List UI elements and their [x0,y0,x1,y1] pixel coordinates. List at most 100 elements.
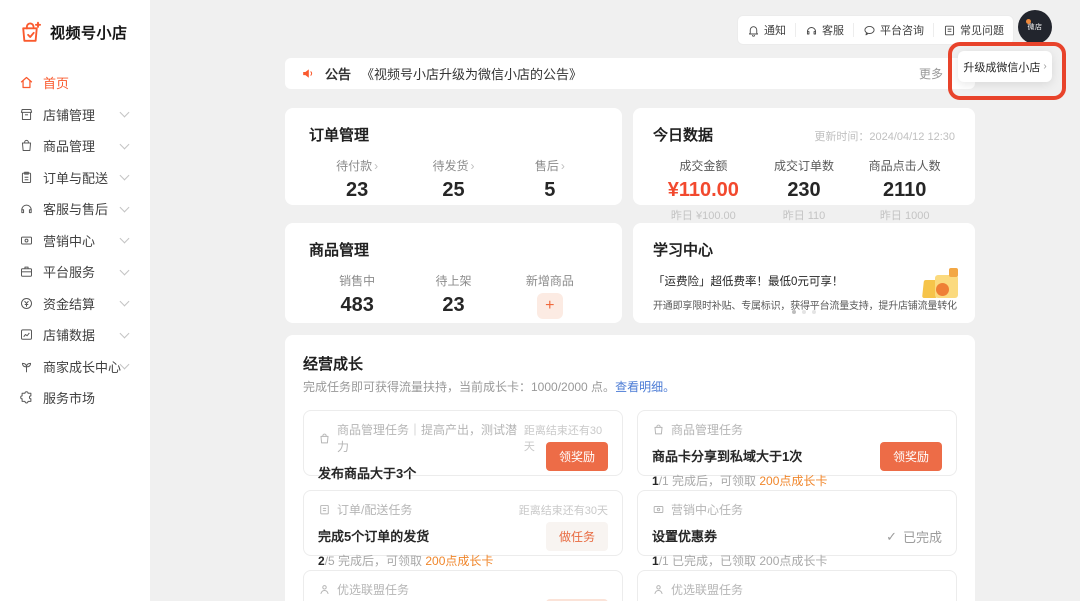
do-task-button[interactable]: 做任务 [546,522,608,551]
check-icon: ✓ [886,529,897,545]
announcement-bar[interactable]: 公告 《视频号小店升级为微信小店的公告》 更多 [285,58,975,89]
chat-bubble-icon [863,24,876,37]
sidebar-item-marketing-center[interactable]: 营销中心 [0,225,150,257]
megaphone-icon [301,66,316,81]
home-icon [19,75,34,90]
carousel-dot[interactable] [792,310,796,314]
stat-yesterday: 昨日 1000 [854,207,955,223]
upgrade-to-wechat-shop-button[interactable]: 升级成微信小店 › [958,51,1052,82]
stat-after-sales[interactable]: 售后› 5 [502,157,598,202]
sidebar-item-label: 服务市场 [43,388,95,407]
sidebar-item-label: 客服与售后 [43,199,108,218]
stat-value: 483 [309,294,405,317]
task-category: 商品管理任务｜提高产出，测试潜力 [337,421,518,455]
stat-to-be-listed[interactable]: 待上架 23 [405,272,501,319]
learning-headline[interactable]: 「运费险」超低费率！最低0元可享！ [653,273,955,289]
chevron-down-icon [120,234,130,244]
bag-icon [19,138,34,153]
view-details-link[interactable]: 查看明细。 [615,380,675,394]
sidebar-item-platform-services[interactable]: 平台服务 [0,256,150,288]
sidebar-item-label: 商品管理 [43,136,95,155]
task-progress: 1/1 完成后，可领取 200点成长卡 [652,472,942,489]
task-category: 营销中心任务 [671,501,743,518]
stat-add-product: 新增商品 + [502,272,598,319]
carousel-dot[interactable] [812,310,816,314]
announcement-text: 《视频号小店升级为微信小店的公告》 [361,64,582,83]
sidebar-item-home[interactable]: 首页 [0,67,150,99]
stat-value: 230 [754,179,855,202]
carousel-dots [792,310,816,314]
bag-icon [652,423,665,436]
task-deadline: 距离结束还有30天 [519,502,608,518]
card-title: 商品管理 [309,239,598,260]
task-card-set-coupon: 营销中心任务 设置优惠券 1/1 已完成，已领取 200点成长卡 ✓已完成 [637,490,957,556]
sidebar: 视频号小店 首页 店铺管理 商品管理 订单与配送 [0,0,150,601]
task-card-share-product-card: 商品管理任务 商品卡分享到私域大于1次 1/1 完成后，可领取 200点成长卡 … [637,410,957,476]
claim-reward-button[interactable]: 领奖励 [880,442,942,471]
task-card-alliance-commission: 优选联盟任务 设置5个联盟商品佣金 领奖励 [303,570,623,601]
sidebar-item-orders-delivery[interactable]: 订单与配送 [0,162,150,194]
bell-icon [747,24,760,37]
person-icon [652,583,665,596]
stat-gmv: 成交金额 ¥110.00 昨日 ¥100.00 [653,157,754,223]
brand-logo: 视频号小店 [0,0,150,45]
sidebar-item-shop-data[interactable]: 店铺数据 [0,319,150,351]
sidebar-item-shop-management[interactable]: 店铺管理 [0,99,150,131]
task-card-publish-products: 商品管理任务｜提高产出，测试潜力 距离结束还有30天 发布商品大于3个 3/3 … [303,410,623,476]
document-icon [943,24,956,37]
chevron-right-icon: › [1043,61,1046,72]
briefcase-icon [19,264,34,279]
announcement-more-link[interactable]: 更多 [919,65,943,82]
carousel-dot[interactable] [802,310,806,314]
bag-icon [318,432,331,445]
stat-on-sale[interactable]: 销售中 483 [309,272,405,319]
shop-bag-logo-icon [18,20,43,45]
avatar[interactable]: 微店 [1018,10,1052,44]
stat-pending-shipment[interactable]: 待发货› 25 [405,157,501,202]
sidebar-item-label: 营销中心 [43,231,95,250]
sidebar-item-fund-settlement[interactable]: 资金结算 [0,288,150,320]
stat-yesterday: 昨日 ¥100.00 [653,207,754,223]
chevron-down-icon [120,328,130,338]
task-progress: 2/5 完成后，可领取 200点成长卡 [318,552,608,569]
stat-value: 5 [502,179,598,202]
platform-consult-button[interactable]: 平台咨询 [853,23,933,37]
chevron-down-icon [120,171,130,181]
coupon-icon [19,233,34,248]
sidebar-item-product-management[interactable]: 商品管理 [0,130,150,162]
learning-illustration [921,268,961,298]
customer-service-button[interactable]: 客服 [795,23,853,37]
card-title: 经营成长 [303,353,957,374]
customer-service-label: 客服 [822,22,844,38]
person-icon [318,583,331,596]
chevron-down-icon [120,297,130,307]
faq-button[interactable]: 常见问题 [933,23,1013,37]
sidebar-item-label: 资金结算 [43,294,95,313]
order-management-card: 订单管理 待付款› 23 待发货› 25 售后› 5 [285,108,622,205]
coupon-icon [652,503,665,516]
task-card-ship-orders: 订单/配送任务 距离结束还有30天 完成5个订单的发货 2/5 完成后，可领取 … [303,490,623,556]
clipboard-icon [318,503,331,516]
chevron-down-icon [120,139,130,149]
sidebar-item-service-market[interactable]: 服务市场 [0,382,150,414]
notifications-button[interactable]: 通知 [738,23,795,37]
sidebar-item-customer-service[interactable]: 客服与售后 [0,193,150,225]
stat-pending-payment[interactable]: 待付款› 23 [309,157,405,202]
card-title: 学习中心 [653,239,955,260]
claim-reward-button[interactable]: 领奖励 [546,442,608,471]
stat-label: 待付款 [336,159,372,173]
header-actions: 通知 客服 平台咨询 常见问题 [737,15,1014,45]
avatar-logo-dot [1026,19,1031,24]
product-management-card: 商品管理 销售中 483 待上架 23 新增商品 + [285,223,622,323]
headset-icon [805,24,818,37]
add-product-button[interactable]: + [537,293,563,319]
chevron-down-icon [120,360,130,370]
faq-label: 常见问题 [960,22,1004,38]
today-data-card: 今日数据 更新时间：2024/04/12 12:30 成交金额 ¥110.00 … [633,108,975,205]
task-reward: 200点成长卡 [425,554,493,568]
sidebar-item-label: 平台服务 [43,262,95,281]
chart-icon [19,327,34,342]
brand-name: 视频号小店 [50,22,128,43]
sidebar-item-merchant-growth[interactable]: 商家成长中心 [0,351,150,383]
stat-label: 待发货 [432,159,468,173]
